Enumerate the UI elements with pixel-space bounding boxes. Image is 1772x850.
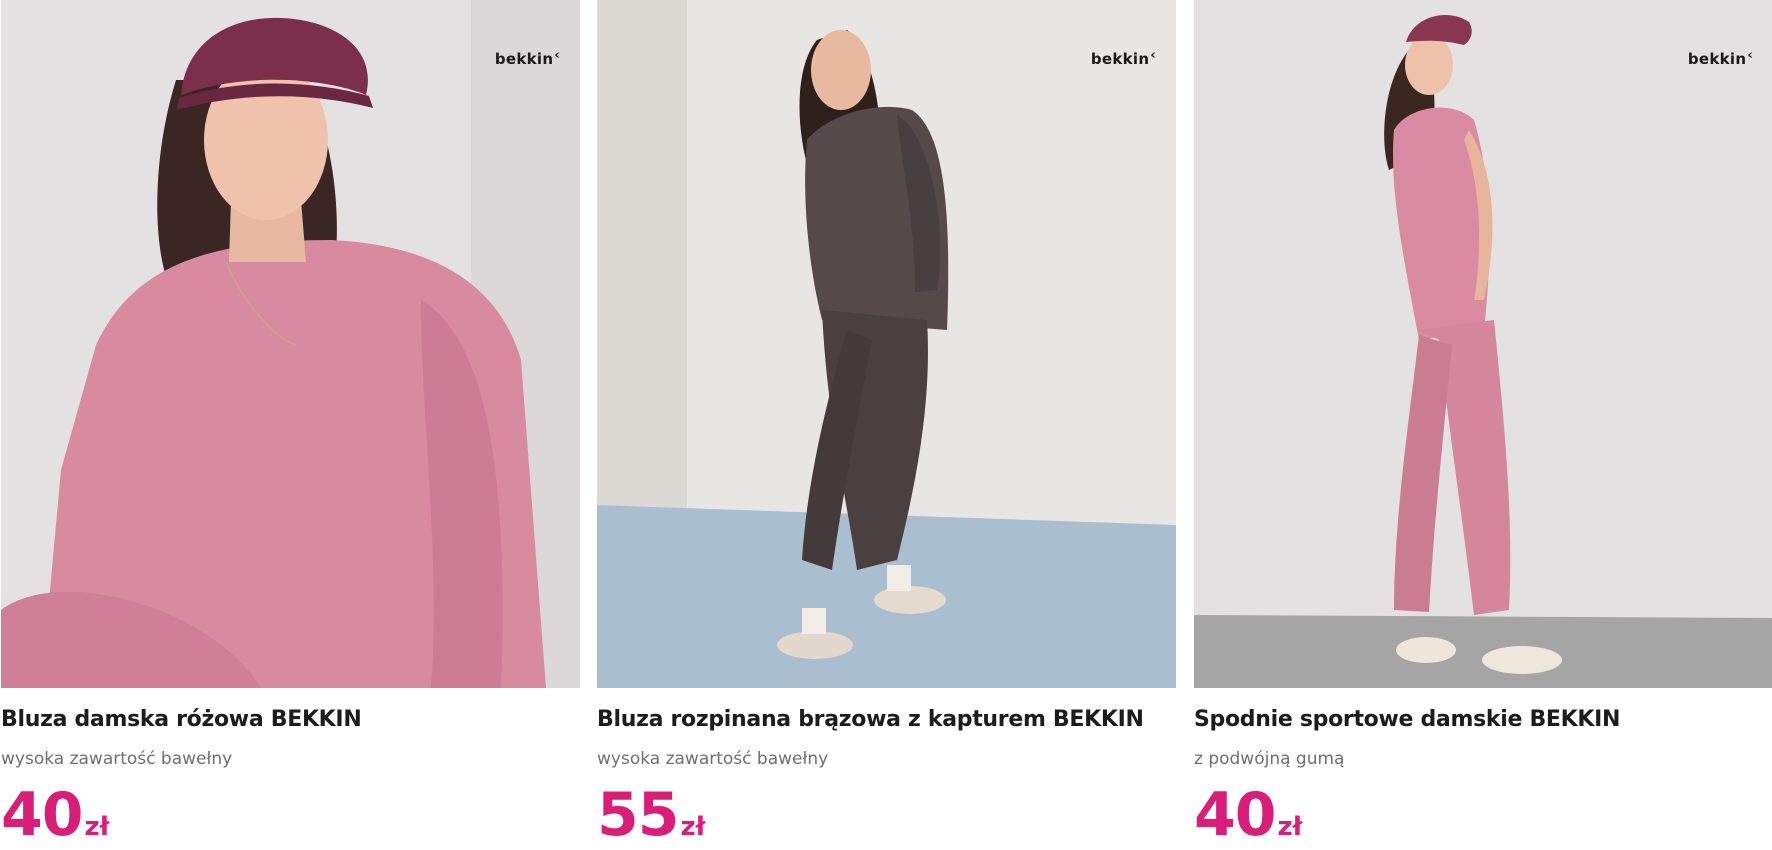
brand-logo: bekkin‹ — [1687, 48, 1753, 68]
product-subtitle: z podwójną gumą — [1194, 749, 1345, 769]
product-card[interactable]: bekkin‹ Bluza rozpinana brązowa z kaptur… — [597, 0, 1176, 849]
product-title[interactable]: Bluza rozpinana brązowa z kapturem BEKKI… — [597, 707, 1176, 732]
price-amount: 40 — [1, 780, 83, 850]
chevron-left-icon: ‹ — [1150, 48, 1156, 63]
product-image[interactable]: bekkin‹ — [597, 0, 1176, 688]
product-subtitle: wysoka zawartość bawełny — [597, 749, 829, 769]
chevron-left-icon: ‹ — [554, 48, 560, 63]
product-card[interactable]: bekkin‹ Spodnie sportowe damskie BEKKIN … — [1194, 0, 1772, 849]
price-amount: 55 — [597, 780, 679, 850]
model-pink-joggers-photo — [1194, 0, 1772, 688]
model-pink-sweatshirt-photo — [1, 0, 580, 688]
product-image[interactable]: bekkin‹ — [1, 0, 580, 688]
price-currency: zł — [84, 812, 110, 842]
product-price: 40zł — [1194, 782, 1302, 849]
price-amount: 40 — [1194, 780, 1276, 850]
price-currency: zł — [1277, 812, 1303, 842]
chevron-left-icon: ‹ — [1747, 48, 1753, 63]
product-price: 40zł — [1, 782, 109, 849]
product-title[interactable]: Spodnie sportowe damskie BEKKIN — [1194, 707, 1772, 732]
price-currency: zł — [680, 812, 706, 842]
product-title[interactable]: Bluza damska różowa BEKKIN — [1, 707, 580, 732]
product-price: 55zł — [597, 782, 705, 849]
product-card[interactable]: bekkin‹ Bluza damska różowa BEKKIN wysok… — [1, 0, 580, 849]
brand-logo: bekkin‹ — [494, 48, 560, 68]
brand-logo: bekkin‹ — [1090, 48, 1156, 68]
product-subtitle: wysoka zawartość bawełny — [1, 749, 233, 769]
model-brown-hoodie-photo — [597, 0, 1176, 688]
product-image[interactable]: bekkin‹ — [1194, 0, 1772, 688]
product-grid: bekkin‹ Bluza damska różowa BEKKIN wysok… — [0, 0, 1772, 849]
